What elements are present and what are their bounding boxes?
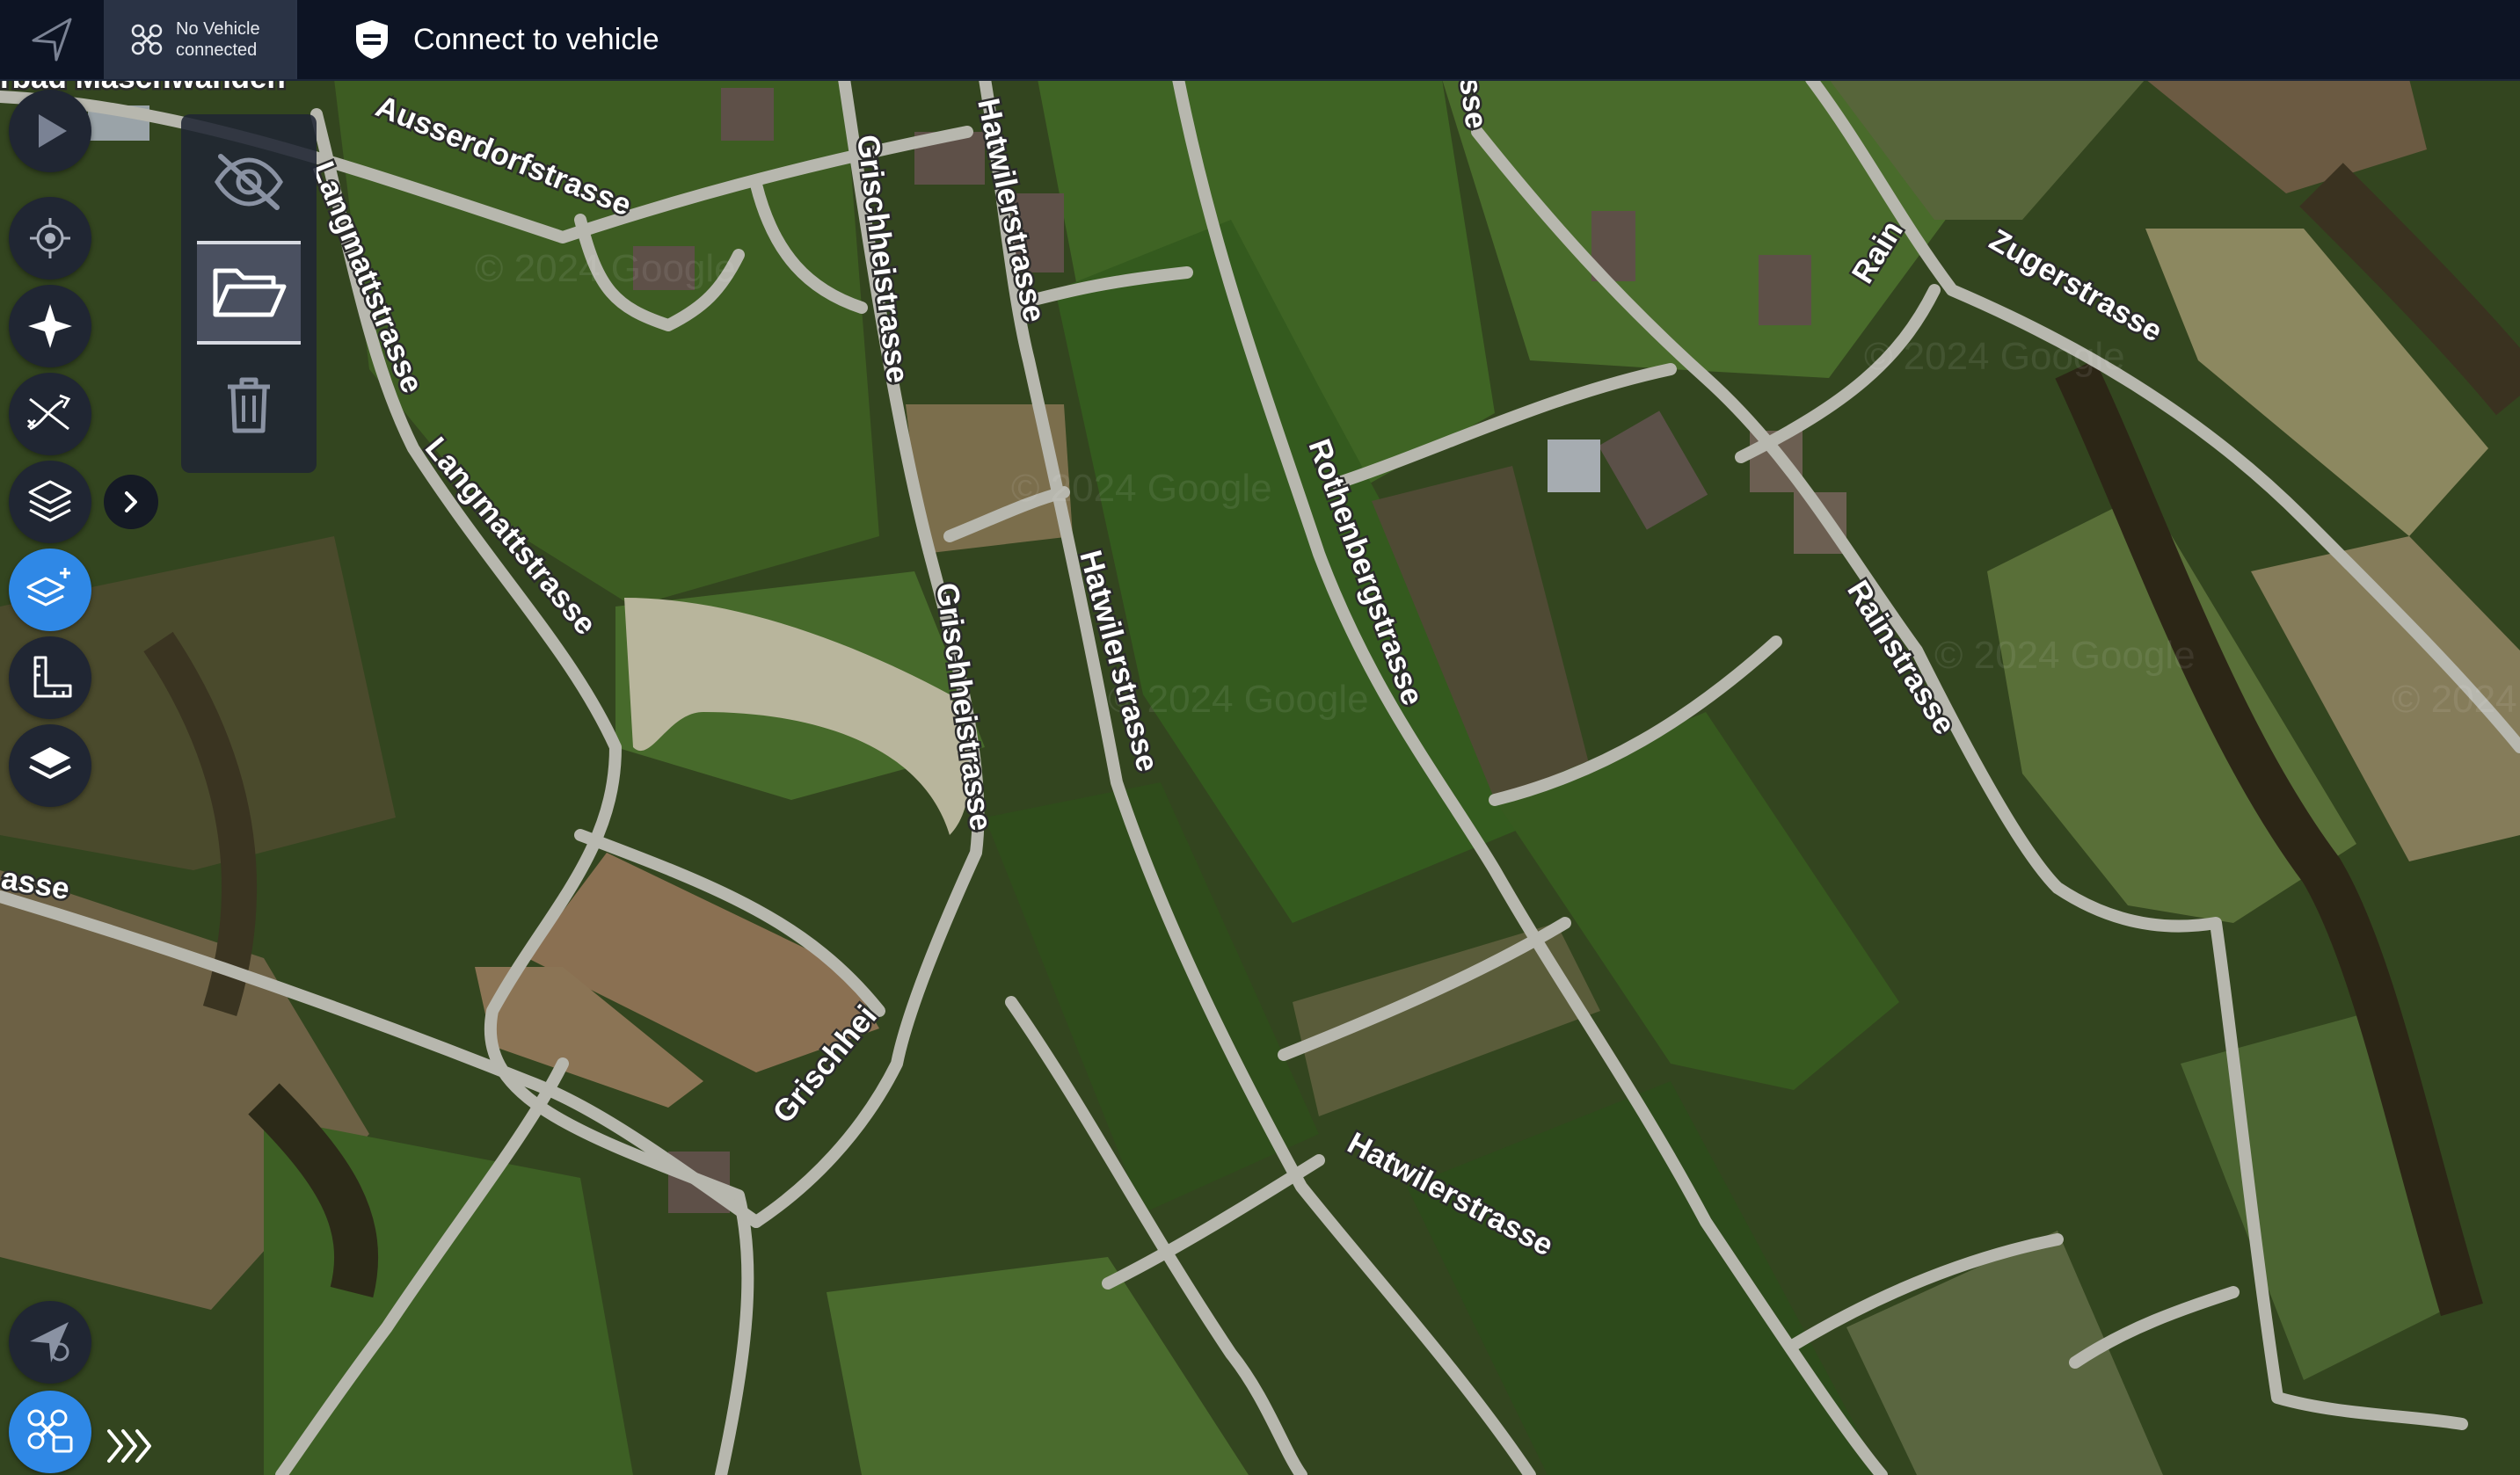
building: [721, 88, 774, 141]
road-label: sse: [1453, 79, 1494, 131]
compass-button[interactable]: [9, 285, 91, 367]
send-arrow-icon: [32, 18, 72, 62]
measure-button[interactable]: [9, 636, 91, 719]
expand-toolbar-button[interactable]: [104, 475, 158, 529]
compass-star-icon: [28, 304, 72, 348]
hide-layer-button[interactable]: [197, 130, 301, 234]
trash-icon: [228, 377, 270, 433]
vehicle-status-text: No Vehicle connected: [176, 18, 260, 61]
vehicle-setup-button[interactable]: [9, 1391, 91, 1473]
navigation-button[interactable]: [0, 0, 104, 79]
building: [1548, 440, 1600, 492]
play-mission-button[interactable]: [9, 90, 91, 172]
base-layers-button[interactable]: [9, 724, 91, 807]
center-location-button[interactable]: [9, 197, 91, 280]
shield-icon: [356, 20, 388, 59]
drone-disconnected-icon: [131, 24, 163, 55]
map-watermark: © 2024 Google: [1864, 335, 2125, 378]
map-watermark: © 2024 Google: [1011, 467, 1272, 510]
ruler-measure-icon: [33, 656, 72, 698]
open-file-button[interactable]: [197, 241, 301, 345]
building: [1759, 255, 1811, 325]
triple-chevron-right-icon: [107, 1429, 151, 1463]
drone-settings-icon: [27, 1409, 73, 1453]
folder-open-icon: [213, 268, 287, 317]
layers-filled-icon: [29, 747, 71, 779]
fly-to-button[interactable]: [9, 1301, 91, 1384]
vehicle-status-line1: No Vehicle: [176, 19, 260, 39]
map-watermark: © 2024 Google: [475, 247, 736, 290]
map-watermark: © 2024 Google: [2392, 678, 2520, 721]
shuffle-path-icon: [26, 394, 71, 431]
eye-off-icon: [215, 154, 283, 210]
chevron-right-icon: [125, 491, 137, 512]
map-canvas[interactable]: © 2024 Google © 2024 Google © 2024 Googl…: [0, 79, 2520, 1475]
crosshair-icon: [30, 218, 70, 258]
delete-layer-button[interactable]: [197, 353, 301, 457]
layers-icon: [28, 480, 72, 522]
satellite-map[interactable]: © 2024 Google © 2024 Google © 2024 Googl…: [0, 79, 2520, 1475]
vehicle-status[interactable]: No Vehicle connected: [104, 0, 295, 79]
expand-panel-button[interactable]: [104, 1424, 157, 1472]
map-watermark: © 2024 Google: [1934, 634, 2196, 677]
vehicle-status-line2: connected: [176, 40, 258, 60]
topbar-divider: [295, 0, 297, 79]
layers-button[interactable]: [9, 461, 91, 543]
connect-to-vehicle-button[interactable]: Connect to vehicle: [353, 18, 659, 61]
play-icon: [39, 114, 67, 148]
layer-actions-panel: [181, 114, 317, 473]
top-bar: No Vehicle connected Connect to vehicle: [0, 0, 2520, 81]
layers-add-icon: [26, 568, 70, 607]
add-layer-button[interactable]: [9, 549, 91, 631]
plane-target-icon: [30, 1322, 69, 1362]
route-shuffle-button[interactable]: [9, 373, 91, 455]
connect-label: Connect to vehicle: [413, 22, 659, 56]
